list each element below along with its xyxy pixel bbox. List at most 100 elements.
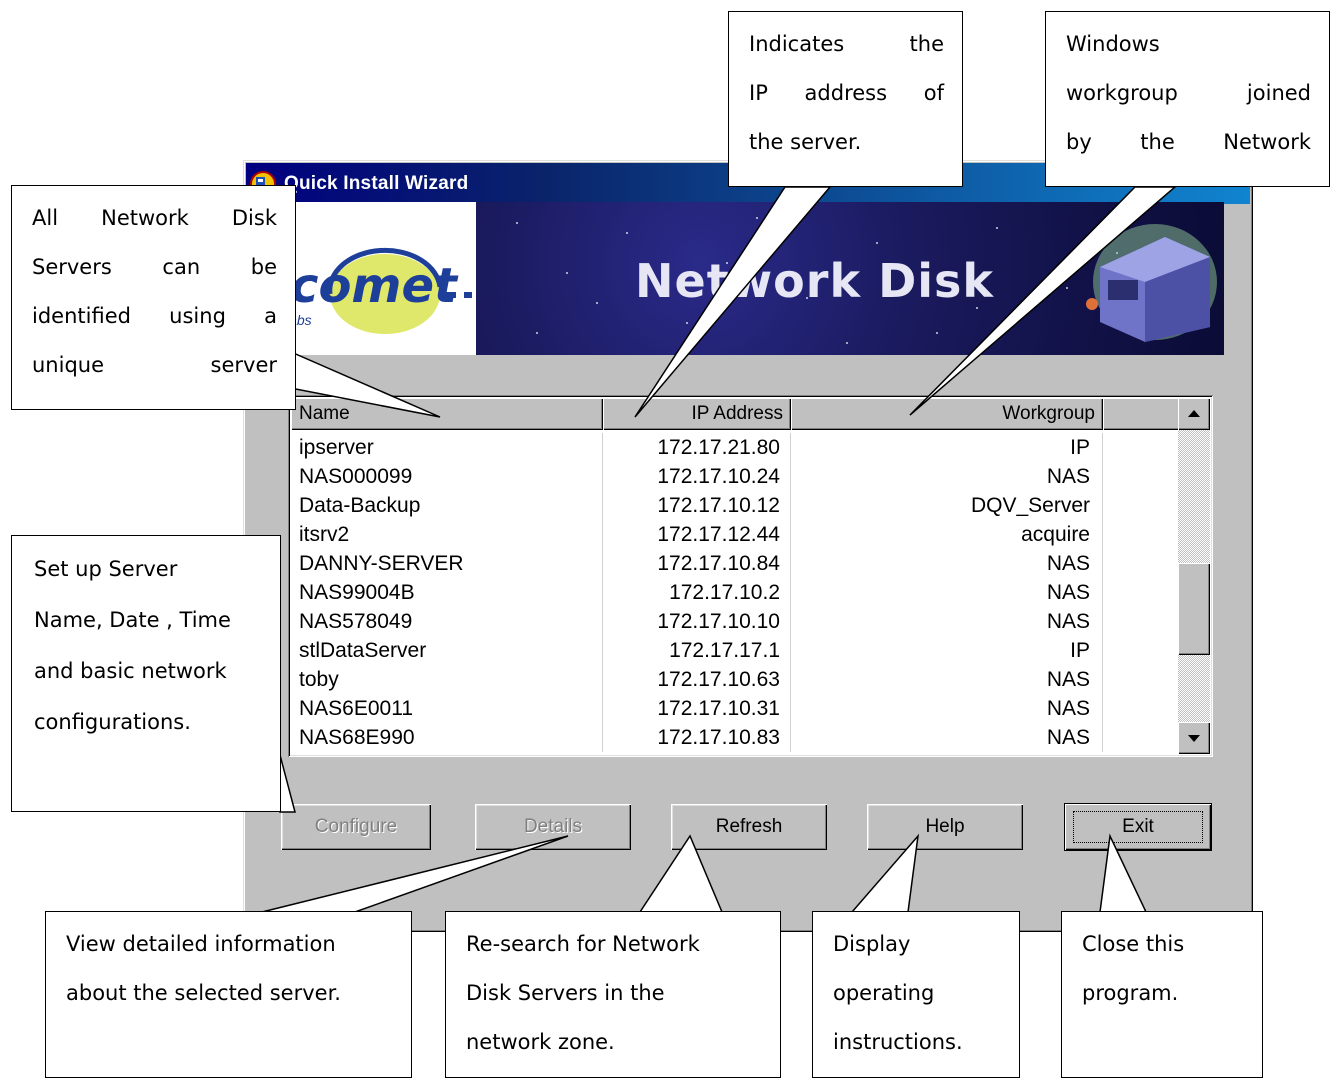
cell-ip: 172.17.10.63 xyxy=(603,665,791,694)
column-header-empty xyxy=(1103,398,1181,430)
logo-text: comet xyxy=(290,258,457,314)
cell-name: NAS578049 xyxy=(291,607,603,636)
exit-button[interactable]: Exit xyxy=(1065,804,1211,850)
table-row[interactable]: stlDataServer 172.17.17.1 IP xyxy=(291,636,1181,665)
refresh-button-label: Refresh xyxy=(715,816,783,837)
callout-name-line-4: unique server xyxy=(32,353,277,377)
details-button[interactable]: Details xyxy=(475,804,631,850)
cell-ip: 172.17.10.31 xyxy=(603,694,791,723)
cell-workgroup: DQV_Server xyxy=(791,491,1103,520)
table-row[interactable]: NAS578049 172.17.10.10 NAS xyxy=(291,607,1181,636)
table-row[interactable]: Data-Backup 172.17.10.12 DQV_Server xyxy=(291,491,1181,520)
callout-refresh: Re-search for Network Disk Servers in th… xyxy=(445,911,781,1078)
callout-refresh-line-3: network zone. xyxy=(466,1030,615,1054)
table-row[interactable]: DANNY-SERVER 172.17.10.84 NAS xyxy=(291,549,1181,578)
callout-workgroup-line-1: Windows xyxy=(1066,32,1160,56)
cell-ip: 172.17.10.24 xyxy=(603,462,791,491)
cell-name: ipserver xyxy=(291,433,603,462)
cell-ip: 172.17.17.1 xyxy=(603,636,791,665)
callout-details-line-2: about the selected server. xyxy=(66,981,341,1005)
configure-button-label: Configure xyxy=(314,816,398,837)
callout-exit-line-1: Close this xyxy=(1082,932,1185,956)
column-header-workgroup[interactable]: Workgroup xyxy=(791,398,1103,430)
callout-ip-line-3: the server. xyxy=(749,130,862,154)
cell-workgroup: acquire xyxy=(791,520,1103,549)
table-row[interactable]: NAS99004B 172.17.10.2 NAS xyxy=(291,578,1181,607)
callout-ip-line-2: IP address of xyxy=(749,81,944,105)
refresh-button[interactable]: Refresh xyxy=(671,804,827,850)
cell-name: NAS68E990 xyxy=(291,723,603,752)
help-button[interactable]: Help xyxy=(867,804,1023,850)
cell-ip: 172.17.10.10 xyxy=(603,607,791,636)
callout-details: View detailed information about the sele… xyxy=(45,911,412,1078)
callout-help: Display operating instructions. xyxy=(812,911,1020,1078)
cell-name: NAS99004B xyxy=(291,578,603,607)
cell-ip: 172.17.21.80 xyxy=(603,433,791,462)
scroll-down-arrow-icon[interactable] xyxy=(1178,722,1210,754)
cell-name: NAS6E0011 xyxy=(291,694,603,723)
cell-workgroup: NAS xyxy=(791,607,1103,636)
banner-title: Network Disk xyxy=(635,254,994,308)
callout-configure-line-1: Set up Server xyxy=(34,557,178,581)
configure-button[interactable]: Configure xyxy=(281,804,431,850)
cell-ip: 172.17.10.2 xyxy=(603,578,791,607)
column-header-ip-address[interactable]: IP Address xyxy=(603,398,791,430)
server-list[interactable]: Name IP Address Workgroup ipserver 172.17… xyxy=(288,395,1213,757)
scrollbar-thumb[interactable] xyxy=(1178,563,1210,655)
cell-ip: 172.17.10.12 xyxy=(603,491,791,520)
callout-details-line-1: View detailed information xyxy=(66,932,336,956)
callout-help-line-2: operating xyxy=(833,981,935,1005)
table-row[interactable]: toby 172.17.10.63 NAS xyxy=(291,665,1181,694)
callout-workgroup: Windows workgroup joined by the Network xyxy=(1045,11,1330,187)
callout-workgroup-line-3: by the Network xyxy=(1066,130,1311,154)
callout-help-line-3: instructions. xyxy=(833,1030,963,1054)
table-row[interactable]: NAS68E990 172.17.10.83 NAS xyxy=(291,723,1181,752)
callout-exit: Close this program. xyxy=(1061,911,1263,1078)
scroll-up-arrow-icon[interactable] xyxy=(1178,398,1210,430)
cell-workgroup: NAS xyxy=(791,665,1103,694)
cell-name: itsrv2 xyxy=(291,520,603,549)
cell-workgroup: NAS xyxy=(791,723,1103,752)
callout-exit-line-2: program. xyxy=(1082,981,1179,1005)
callout-workgroup-line-2: workgroup joined xyxy=(1066,81,1311,105)
callout-configure-line-4: configurations. xyxy=(34,710,191,734)
cell-workgroup: NAS xyxy=(791,578,1103,607)
cell-workgroup: IP xyxy=(791,636,1103,665)
cell-name: DANNY-SERVER xyxy=(291,549,603,578)
cell-name: toby xyxy=(291,665,603,694)
callout-refresh-line-1: Re-search for Network xyxy=(466,932,700,956)
cell-workgroup: NAS xyxy=(791,549,1103,578)
list-header: Name IP Address Workgroup xyxy=(291,398,1181,430)
cell-ip: 172.17.10.84 xyxy=(603,549,791,578)
table-row[interactable]: ipserver 172.17.21.80 IP xyxy=(291,433,1181,462)
cell-workgroup: NAS xyxy=(791,694,1103,723)
cell-ip: 172.17.10.83 xyxy=(603,723,791,752)
cell-name: stlDataServer xyxy=(291,636,603,665)
callout-refresh-line-2: Disk Servers in the xyxy=(466,981,665,1005)
cell-name: Data-Backup xyxy=(291,491,603,520)
window-title: Quick Install Wizard xyxy=(284,172,469,194)
callout-configure-line-2: Name, Date , Time xyxy=(34,608,231,632)
vertical-scrollbar[interactable] xyxy=(1178,398,1210,754)
callout-name-line-1: All Network Disk xyxy=(32,206,277,230)
cell-workgroup: IP xyxy=(791,433,1103,462)
table-row[interactable]: NAS000099 172.17.10.24 NAS xyxy=(291,462,1181,491)
column-header-name[interactable]: Name xyxy=(291,398,603,430)
callout-name-line-2: Servers can be xyxy=(32,255,277,279)
table-row[interactable]: itsrv2 172.17.12.44 acquire xyxy=(291,520,1181,549)
quick-install-wizard-window: Quick Install Wizard comet labs Network … xyxy=(243,160,1253,932)
logo-area: comet labs xyxy=(280,202,476,355)
cell-name: NAS000099 xyxy=(291,462,603,491)
callout-configure: Set up Server Name, Date , Time and basi… xyxy=(11,535,281,812)
callout-ip-line-1: Indicates the xyxy=(749,32,944,56)
callout-ip-address: Indicates the IP address of the server. xyxy=(728,11,963,187)
table-row[interactable]: NAS6E0011 172.17.10.31 NAS xyxy=(291,694,1181,723)
cell-workgroup: NAS xyxy=(791,462,1103,491)
nas-server-icon xyxy=(1086,224,1217,342)
callout-configure-line-3: and basic network xyxy=(34,659,227,683)
list-body: ipserver 172.17.21.80 IP NAS000099 172.17.1… xyxy=(291,433,1181,752)
callout-server-name: All Network Disk Servers can be identifi… xyxy=(11,185,296,410)
header-banner: comet labs Network Disk xyxy=(280,202,1224,355)
cell-ip: 172.17.12.44 xyxy=(603,520,791,549)
details-button-label: Details xyxy=(523,816,583,837)
